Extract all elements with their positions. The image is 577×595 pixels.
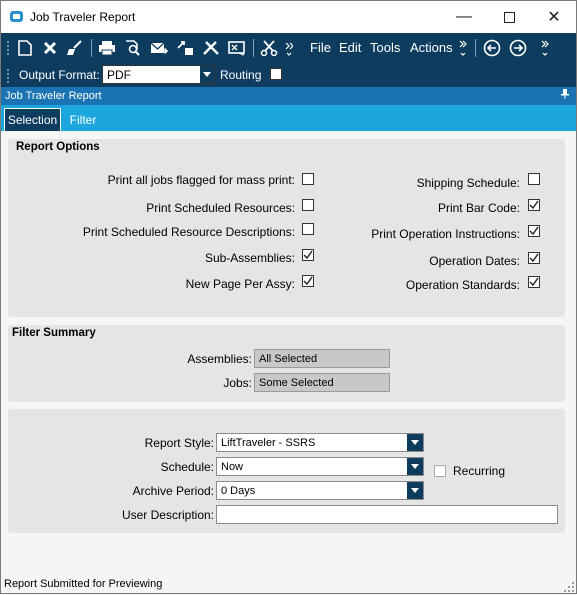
sheet-title: Job Traveler Report: [5, 90, 102, 102]
jobs-value: Some Selected: [254, 373, 390, 392]
submit-icon[interactable]: [148, 37, 170, 59]
archive-period-value: 0 Days: [221, 485, 256, 497]
filter-summary-title: Filter Summary: [12, 327, 96, 339]
operation-standards-label: Operation Standards:: [405, 278, 520, 292]
maximize-icon: [503, 11, 515, 23]
sub-assemblies-label: Sub-Assemblies:: [204, 251, 295, 265]
new-page-per-assy-checkbox[interactable]: [302, 275, 314, 287]
print-bar-code-label: Print Bar Code:: [437, 201, 520, 215]
status-text: Report Submitted for Previewing: [4, 578, 163, 590]
clear-icon[interactable]: [64, 37, 86, 59]
print-scheduled-resources-label: Print Scheduled Resources:: [146, 201, 295, 215]
routing-label: Routing: [220, 68, 262, 82]
menu-file[interactable]: File: [310, 40, 331, 55]
report-options-group: Report Options Print all jobs flagged fo…: [8, 139, 565, 317]
toolbar-grip: [5, 65, 11, 87]
tab-bar: Selection Filter: [1, 105, 576, 131]
archive-period-label: Archive Period:: [132, 484, 214, 498]
resize-grip-icon[interactable]: [564, 581, 574, 592]
title-bar: Job Traveler Report — ✕: [1, 1, 576, 33]
menu-edit[interactable]: Edit: [339, 40, 361, 55]
application-window: Job Traveler Report — ✕ File Edit Tools …: [0, 0, 577, 594]
sub-assemblies-checkbox[interactable]: [302, 249, 314, 261]
toolbar-separator: [253, 39, 254, 57]
report-settings-group: Report Style: LiftTraveler - SSRS Schedu…: [8, 409, 565, 533]
print-all-jobs-label: Print all jobs flagged for mass print:: [107, 173, 295, 187]
print-bar-code-checkbox[interactable]: [528, 199, 540, 211]
print-resource-descriptions-checkbox[interactable]: [302, 223, 314, 235]
toolbar: File Edit Tools Actions: [1, 33, 576, 63]
shipping-schedule-checkbox[interactable]: [528, 173, 540, 185]
chevron-down-icon: [407, 482, 423, 499]
checkmark-icon: [303, 276, 313, 286]
chevron-down-icon: [200, 66, 214, 83]
new-document-icon[interactable]: [14, 37, 36, 59]
print-resource-descriptions-label: Print Scheduled Resource Descriptions:: [82, 225, 295, 239]
forward-icon[interactable]: [507, 37, 529, 59]
schedule-value: Now: [221, 461, 244, 473]
toolbar-grip: [5, 37, 11, 59]
print-all-jobs-checkbox[interactable]: [302, 173, 314, 185]
delete-icon[interactable]: [39, 37, 61, 59]
overflow-icon[interactable]: [283, 37, 295, 59]
pin-icon[interactable]: [561, 89, 569, 102]
cut-icon[interactable]: [258, 37, 280, 59]
app-icon: [10, 11, 23, 22]
report-style-label: Report Style:: [144, 436, 214, 450]
print-icon[interactable]: [96, 37, 118, 59]
tab-selection[interactable]: Selection: [4, 108, 61, 131]
recurring-label: Recurring: [453, 464, 506, 478]
close-button[interactable]: ✕: [534, 5, 574, 29]
print-operation-instructions-label: Print Operation Instructions:: [371, 227, 520, 241]
operation-dates-checkbox[interactable]: [528, 252, 540, 264]
schedule-icon[interactable]: [174, 37, 196, 59]
shipping-schedule-label: Shipping Schedule:: [416, 176, 520, 190]
checkmark-icon: [529, 277, 539, 287]
checkmark-icon: [529, 200, 539, 210]
schedule-select[interactable]: Now: [216, 457, 424, 476]
back-icon[interactable]: [481, 37, 503, 59]
report-options-title: Report Options: [16, 141, 100, 153]
assemblies-label: Assemblies:: [187, 352, 252, 366]
output-format-value: PDF: [107, 68, 131, 82]
print-preview-icon[interactable]: [122, 37, 144, 59]
assemblies-value: All Selected: [254, 349, 390, 368]
options-bar: Output Format: PDF Routing: [1, 63, 576, 87]
minimize-button[interactable]: —: [444, 5, 484, 29]
window-title: Job Traveler Report: [30, 10, 136, 24]
sheet-title-bar: Job Traveler Report: [1, 87, 576, 105]
operation-dates-label: Operation Dates:: [429, 254, 520, 268]
overflow-icon[interactable]: [539, 37, 551, 59]
chevron-down-icon: [407, 458, 423, 475]
archive-period-select[interactable]: 0 Days: [216, 481, 424, 500]
menu-tools[interactable]: Tools: [370, 40, 400, 55]
filter-summary-group: Filter Summary Assemblies: All Selected …: [8, 325, 565, 402]
checkmark-icon: [303, 250, 313, 260]
routing-checkbox[interactable]: [270, 68, 282, 80]
new-page-per-assy-label: New Page Per Assy:: [185, 277, 295, 291]
output-format-select[interactable]: PDF: [102, 65, 215, 84]
checkmark-icon: [529, 226, 539, 236]
report-style-select[interactable]: LiftTraveler - SSRS: [216, 433, 424, 452]
checkmark-icon: [529, 253, 539, 263]
jobs-label: Jobs:: [223, 376, 252, 390]
print-scheduled-resources-checkbox[interactable]: [302, 199, 314, 211]
recurring-checkbox[interactable]: [434, 465, 446, 477]
report-style-icon[interactable]: [226, 37, 248, 59]
user-description-input[interactable]: [216, 505, 558, 524]
output-format-label: Output Format:: [19, 68, 100, 82]
operation-standards-checkbox[interactable]: [528, 276, 540, 288]
user-description-label: User Description:: [121, 508, 214, 522]
maximize-button[interactable]: [489, 5, 529, 29]
overflow-icon[interactable]: [457, 37, 469, 59]
menu-actions[interactable]: Actions: [410, 40, 453, 55]
tab-filter[interactable]: Filter: [64, 108, 102, 131]
report-style-value: LiftTraveler - SSRS: [221, 437, 316, 449]
toolbar-separator: [475, 39, 476, 57]
tools-icon[interactable]: [200, 37, 222, 59]
schedule-label: Schedule:: [160, 460, 214, 474]
chevron-down-icon: [407, 434, 423, 451]
toolbar-separator: [91, 39, 92, 57]
print-operation-instructions-checkbox[interactable]: [528, 225, 540, 237]
